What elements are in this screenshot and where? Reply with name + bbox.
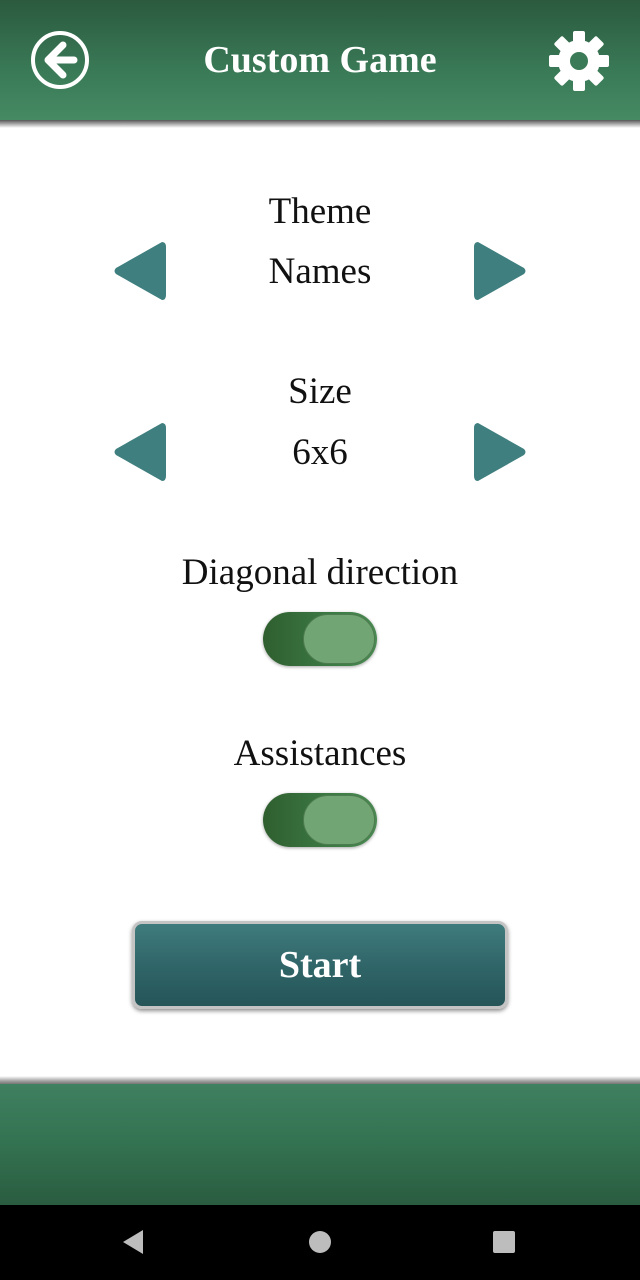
app-footer (0, 1084, 640, 1205)
size-next-icon[interactable] (472, 421, 528, 483)
header-shadow (0, 120, 640, 128)
size-prev-icon[interactable] (112, 421, 168, 483)
nav-back-icon[interactable] (117, 1226, 149, 1258)
size-value: 6x6 (292, 432, 348, 473)
theme-label: Theme (268, 191, 372, 232)
page-title: Custom Game (203, 39, 437, 81)
theme-value: Names (268, 251, 372, 292)
back-arrow-icon[interactable] (30, 30, 90, 90)
assistances-label: Assistances (233, 733, 407, 774)
diagonal-toggle-knob (303, 614, 375, 664)
size-label: Size (288, 371, 352, 412)
diagonal-label: Diagonal direction (181, 552, 459, 593)
theme-next-icon[interactable] (472, 240, 528, 302)
gear-icon[interactable] (548, 30, 610, 92)
diagonal-toggle[interactable] (263, 612, 377, 666)
start-button[interactable]: Start (132, 921, 508, 1009)
nav-recents-icon[interactable] (488, 1226, 520, 1258)
nav-home-icon[interactable] (304, 1226, 336, 1258)
theme-prev-icon[interactable] (112, 240, 168, 302)
assistances-toggle[interactable] (263, 793, 377, 847)
assistances-toggle-knob (303, 795, 375, 845)
